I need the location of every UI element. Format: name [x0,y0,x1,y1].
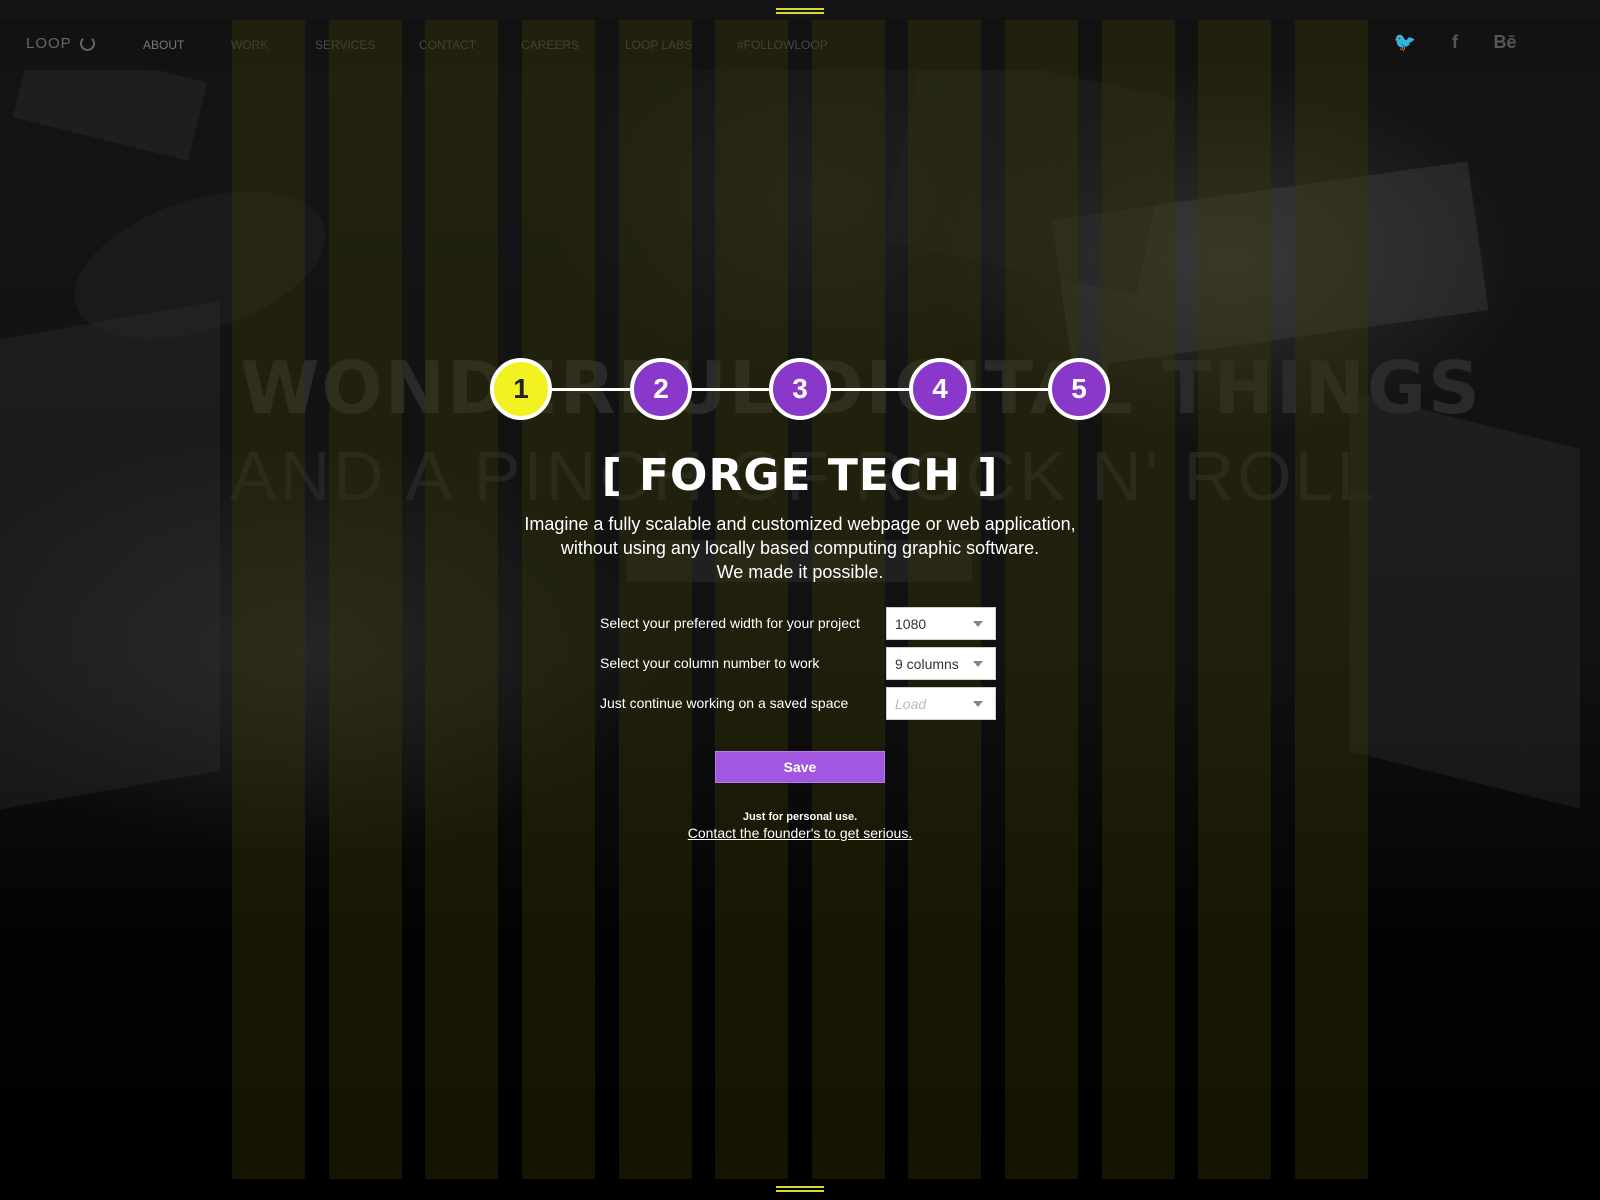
step-indicator: 1 2 3 4 5 [490,358,1110,420]
grid-column [1005,20,1078,1179]
grid-column [1101,20,1175,1179]
personal-use-note: Just for personal use. [742,811,858,823]
grid-drag-handle-bottom[interactable] [776,1186,824,1192]
logo-ring-icon [79,36,95,51]
wizard-title: [ FORGE TECH ] [601,450,999,501]
logo-text: LOOP [26,35,72,52]
grid-column [1198,20,1272,1179]
load-label: Just continue working on a saved space [600,695,849,711]
description-line: We made it possible. [716,562,884,582]
step-4[interactable]: 4 [909,358,971,420]
load-select[interactable]: Load [886,687,996,720]
grid-column [232,20,305,1179]
grid-column [328,20,402,1179]
grid-column [811,20,885,1179]
width-select-value: 1080 [895,616,927,632]
grid-drag-handle-top[interactable] [776,8,824,14]
step-1[interactable]: 1 [490,358,552,420]
columns-select-value: 9 columns [895,656,959,672]
nav-item-about[interactable]: ABOUT [143,38,231,52]
photo-shape [0,300,220,810]
step-3[interactable]: 3 [769,358,831,420]
step-5[interactable]: 5 [1048,358,1110,420]
chevron-down-icon [973,621,983,627]
columns-select[interactable]: 9 columns [886,647,996,680]
grid-column [521,20,595,1179]
description-line: without using any locally based computin… [560,538,1040,558]
chevron-down-icon [973,661,983,667]
columns-row: Select your column number to work 9 colu… [600,647,1000,687]
social-links: 🐦 f Bē [1380,32,1530,53]
grid-column [715,20,789,1179]
grid-column [1294,20,1368,1179]
columns-label: Select your column number to work [600,655,820,671]
chevron-down-icon [973,701,983,707]
setup-form: Select your prefered width for your proj… [600,607,1000,727]
width-label: Select your prefered width for your proj… [600,615,860,631]
twitter-icon[interactable]: 🐦 [1380,32,1430,53]
load-row: Just continue working on a saved space L… [600,687,1000,727]
wizard-description: Imagine a fully scalable and customized … [480,512,1120,584]
grid-column [618,20,692,1179]
grid-column [908,20,982,1179]
width-row: Select your prefered width for your proj… [600,607,1000,647]
save-button[interactable]: Save [715,751,885,783]
contact-founder-link[interactable]: Contact the founder's to get serious. [600,825,1000,841]
step-2[interactable]: 2 [630,358,692,420]
load-select-placeholder: Load [895,696,927,712]
site-logo[interactable]: LOOP [26,35,95,52]
behance-icon[interactable]: Bē [1480,32,1530,53]
description-line: Imagine a fully scalable and customized … [524,514,1076,534]
column-grid-overlay [232,20,1368,1179]
facebook-icon[interactable]: f [1430,32,1480,53]
grid-column [425,20,499,1179]
width-select[interactable]: 1080 [886,607,996,640]
photo-shape [1350,391,1580,809]
